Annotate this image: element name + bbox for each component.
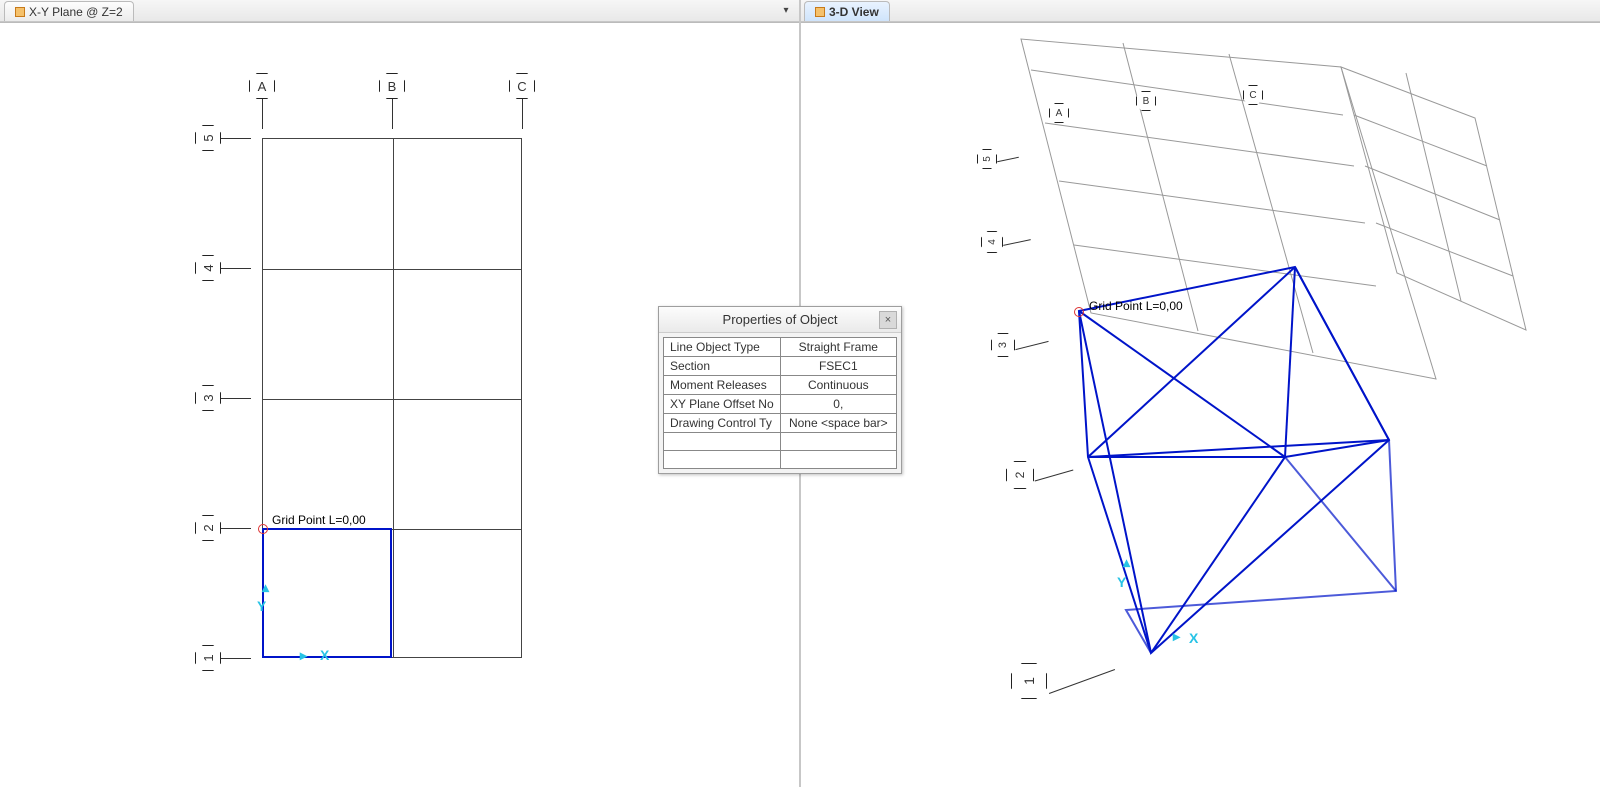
- pane-3d-view[interactable]: Y ▴ X ▸ Grid Point L=0,00 A B C 5 4 3 2 …: [801, 22, 1600, 787]
- svg-text:X: X: [1189, 630, 1199, 646]
- 3d-row-bubble-5: 5: [977, 149, 997, 169]
- 3d-grid-point-label: Grid Point L=0,00: [1089, 299, 1183, 313]
- plan-gridline-v: [393, 139, 394, 657]
- properties-table: Line Object TypeStraight FrameSectionFSE…: [663, 337, 897, 469]
- selected-frame[interactable]: [262, 528, 392, 658]
- properties-row[interactable]: Drawing Control TyNone <space bar>: [664, 414, 897, 433]
- 3d-canvas[interactable]: Y ▴ X ▸: [801, 23, 1600, 787]
- tab-3d-view[interactable]: 3-D View: [804, 1, 890, 21]
- col-bubble-c: C: [509, 73, 535, 99]
- properties-title-text: Properties of Object: [723, 312, 838, 327]
- properties-titlebar[interactable]: Properties of Object ×: [659, 307, 901, 333]
- properties-value[interactable]: FSEC1: [780, 357, 896, 376]
- row-bubble-3: 3: [195, 385, 221, 411]
- properties-key: Drawing Control Ty: [664, 414, 781, 433]
- properties-row[interactable]: SectionFSEC1: [664, 357, 897, 376]
- row-bubble-2: 2: [195, 515, 221, 541]
- 3d-col-bubble-c: C: [1243, 85, 1263, 105]
- axis-x-label: X: [320, 647, 329, 663]
- properties-value[interactable]: Continuous: [780, 376, 896, 395]
- col-leader: [392, 99, 393, 129]
- tabbar-left: X-Y Plane @ Z=2 ▾: [0, 0, 800, 22]
- 3d-row-bubble-1: 1: [1011, 663, 1047, 699]
- 3d-col-bubble-b: B: [1136, 91, 1156, 111]
- row-bubble-4: 4: [195, 255, 221, 281]
- close-icon[interactable]: ×: [879, 311, 897, 329]
- arrow-up-icon: ▴: [262, 579, 269, 596]
- 3d-col-bubble-a: A: [1049, 103, 1069, 123]
- row-leader: [221, 268, 251, 269]
- row-leader: [221, 138, 251, 139]
- row-leader: [221, 658, 251, 659]
- 3d-selected-frames[interactable]: [1079, 267, 1396, 653]
- grid-icon: [815, 7, 825, 17]
- properties-value[interactable]: Straight Frame: [780, 338, 896, 357]
- properties-row[interactable]: Moment ReleasesContinuous: [664, 376, 897, 395]
- svg-text:▸: ▸: [1172, 628, 1181, 644]
- properties-key: Moment Releases: [664, 376, 781, 395]
- axis-y-label: Y: [257, 598, 266, 614]
- svg-text:▴: ▴: [1122, 554, 1131, 570]
- row-leader: [221, 398, 251, 399]
- tab-dropdown-left[interactable]: ▾: [778, 2, 794, 18]
- tabbar-right: 3-D View: [800, 0, 1600, 22]
- col-bubble-b: B: [379, 73, 405, 99]
- tab-label: X-Y Plane @ Z=2: [29, 5, 123, 19]
- row-bubble-5: 5: [195, 125, 221, 151]
- selected-grid-point[interactable]: [258, 524, 268, 534]
- properties-row[interactable]: Line Object TypeStraight Frame: [664, 338, 897, 357]
- properties-key: [664, 433, 781, 451]
- properties-value[interactable]: [780, 433, 896, 451]
- svg-text:Y: Y: [1117, 574, 1127, 590]
- properties-row[interactable]: [664, 433, 897, 451]
- row-bubble-1: 1: [195, 645, 221, 671]
- properties-row[interactable]: [664, 451, 897, 469]
- grid-point-label: Grid Point L=0,00: [272, 513, 366, 527]
- plan-gridline-h: [263, 269, 521, 270]
- plan-gridline-h: [263, 399, 521, 400]
- properties-window[interactable]: Properties of Object × Line Object TypeS…: [658, 306, 902, 474]
- properties-value[interactable]: [780, 451, 896, 469]
- tab-xy-plane[interactable]: X-Y Plane @ Z=2: [4, 1, 134, 21]
- properties-key: Line Object Type: [664, 338, 781, 357]
- col-bubble-a: A: [249, 73, 275, 99]
- properties-key: XY Plane Offset No: [664, 395, 781, 414]
- col-leader: [262, 99, 263, 129]
- 3d-selected-grid-point[interactable]: [1074, 307, 1084, 317]
- properties-value[interactable]: 0,: [780, 395, 896, 414]
- tab-label: 3-D View: [829, 5, 879, 19]
- grid-icon: [15, 7, 25, 17]
- row-leader: [221, 528, 251, 529]
- properties-row[interactable]: XY Plane Offset No0,: [664, 395, 897, 414]
- properties-value[interactable]: None <space bar>: [780, 414, 896, 433]
- col-leader: [522, 99, 523, 129]
- properties-key: [664, 451, 781, 469]
- arrow-right-icon: ▸: [300, 647, 307, 664]
- properties-key: Section: [664, 357, 781, 376]
- 3d-gridlines: [1021, 39, 1526, 379]
